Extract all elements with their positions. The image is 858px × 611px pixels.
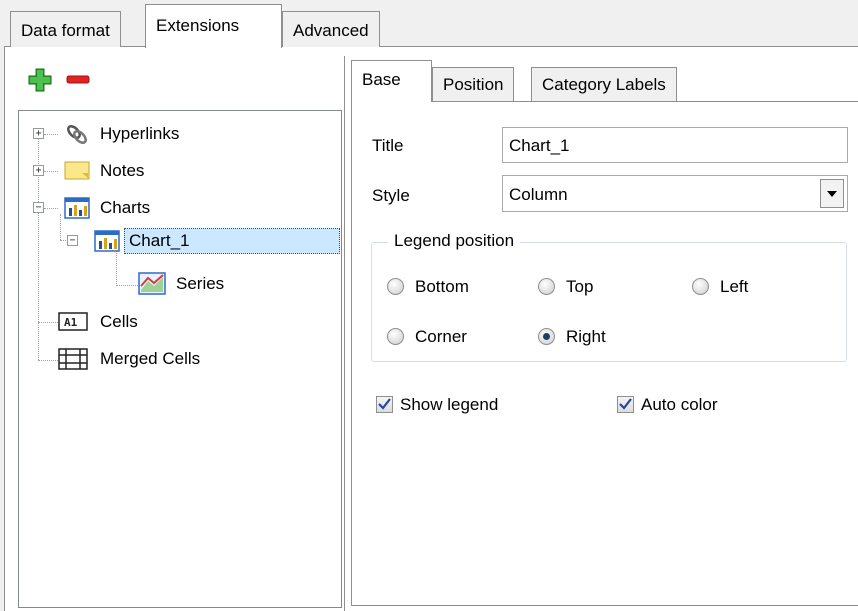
hyperlink-icon — [67, 125, 87, 144]
collapse-icon[interactable]: − — [33, 202, 44, 213]
radio-selected-dot — [543, 333, 550, 340]
tree-line — [60, 214, 61, 240]
checkbox-box — [617, 396, 634, 413]
tree-item-label: Notes — [100, 161, 145, 180]
dropdown-button[interactable] — [820, 179, 844, 208]
tab-advanced-label: Advanced — [293, 21, 369, 40]
tab-data-format[interactable]: Data format — [10, 11, 121, 47]
tree-line — [116, 285, 138, 286]
style-select-value: Column — [509, 185, 568, 204]
series-icon — [138, 272, 166, 295]
radio-label: Right — [566, 327, 606, 346]
tab-extensions-label: Extensions — [156, 16, 240, 35]
tab-category-labels-label: Category Labels — [542, 75, 666, 94]
chart-icon — [64, 197, 90, 219]
expand-icon[interactable]: + — [33, 128, 44, 139]
tree-line — [44, 171, 58, 172]
minus-icon — [66, 75, 90, 84]
svg-text:A1: A1 — [64, 316, 78, 329]
tab-advanced[interactable]: Advanced — [282, 11, 380, 47]
checkbox-box — [376, 396, 393, 413]
tree-item-label: Series — [176, 274, 225, 293]
tab-base[interactable]: Base — [351, 60, 432, 102]
radio-circle — [387, 278, 404, 295]
checkbox-label: Show legend — [400, 395, 499, 414]
tree-item-label: Chart_1 — [129, 231, 190, 250]
collapse-icon[interactable]: − — [67, 235, 78, 246]
chart-icon — [94, 230, 120, 252]
radio-label: Top — [566, 277, 594, 296]
tab-data-format-label: Data format — [21, 21, 110, 40]
chevron-down-icon — [827, 190, 837, 197]
tree-line — [44, 208, 58, 209]
tree-line — [38, 360, 58, 361]
tree-line — [38, 322, 58, 323]
title-input[interactable]: Chart_1 — [502, 127, 848, 163]
tab-extensions[interactable]: Extensions — [145, 4, 282, 48]
radio-label: Left — [720, 277, 749, 296]
radio-circle — [538, 278, 555, 295]
plus-icon — [28, 68, 52, 92]
tree-item-chart-1[interactable]: − Chart_1 — [64, 228, 340, 254]
radio-circle — [387, 328, 404, 345]
style-label: Style — [372, 186, 410, 205]
expand-icon[interactable]: + — [33, 165, 44, 176]
tab-base-label: Base — [362, 70, 401, 89]
checkbox-label: Auto color — [641, 395, 718, 414]
tree-item-label: Cells — [100, 312, 138, 331]
add-button[interactable] — [26, 66, 54, 94]
title-label: Title — [372, 136, 404, 155]
tree-selection-highlight: Chart_1 — [124, 228, 340, 254]
merged-cells-icon — [58, 348, 88, 370]
checkmark-icon — [378, 398, 391, 410]
style-select[interactable]: Column — [502, 175, 848, 212]
tab-position[interactable]: Position — [432, 67, 515, 101]
radio-circle — [538, 328, 555, 345]
note-icon — [64, 161, 90, 180]
checkmark-icon — [619, 398, 632, 410]
tree-item-label: Hyperlinks — [100, 124, 180, 143]
tab-category-labels[interactable]: Category Labels — [531, 67, 677, 101]
remove-button[interactable] — [64, 66, 92, 94]
radio-label: Corner — [415, 327, 467, 346]
radio-label: Bottom — [415, 277, 469, 296]
title-input-value: Chart_1 — [509, 136, 570, 155]
tree-item-label: Merged Cells — [100, 349, 201, 368]
tree-line — [116, 250, 117, 286]
legend-position-title: Legend position — [388, 231, 521, 251]
tree-item-label: Charts — [100, 198, 151, 217]
cell-icon: A1 — [58, 312, 88, 331]
radio-circle — [692, 278, 709, 295]
tree-line — [44, 134, 58, 135]
tab-position-label: Position — [443, 75, 504, 94]
